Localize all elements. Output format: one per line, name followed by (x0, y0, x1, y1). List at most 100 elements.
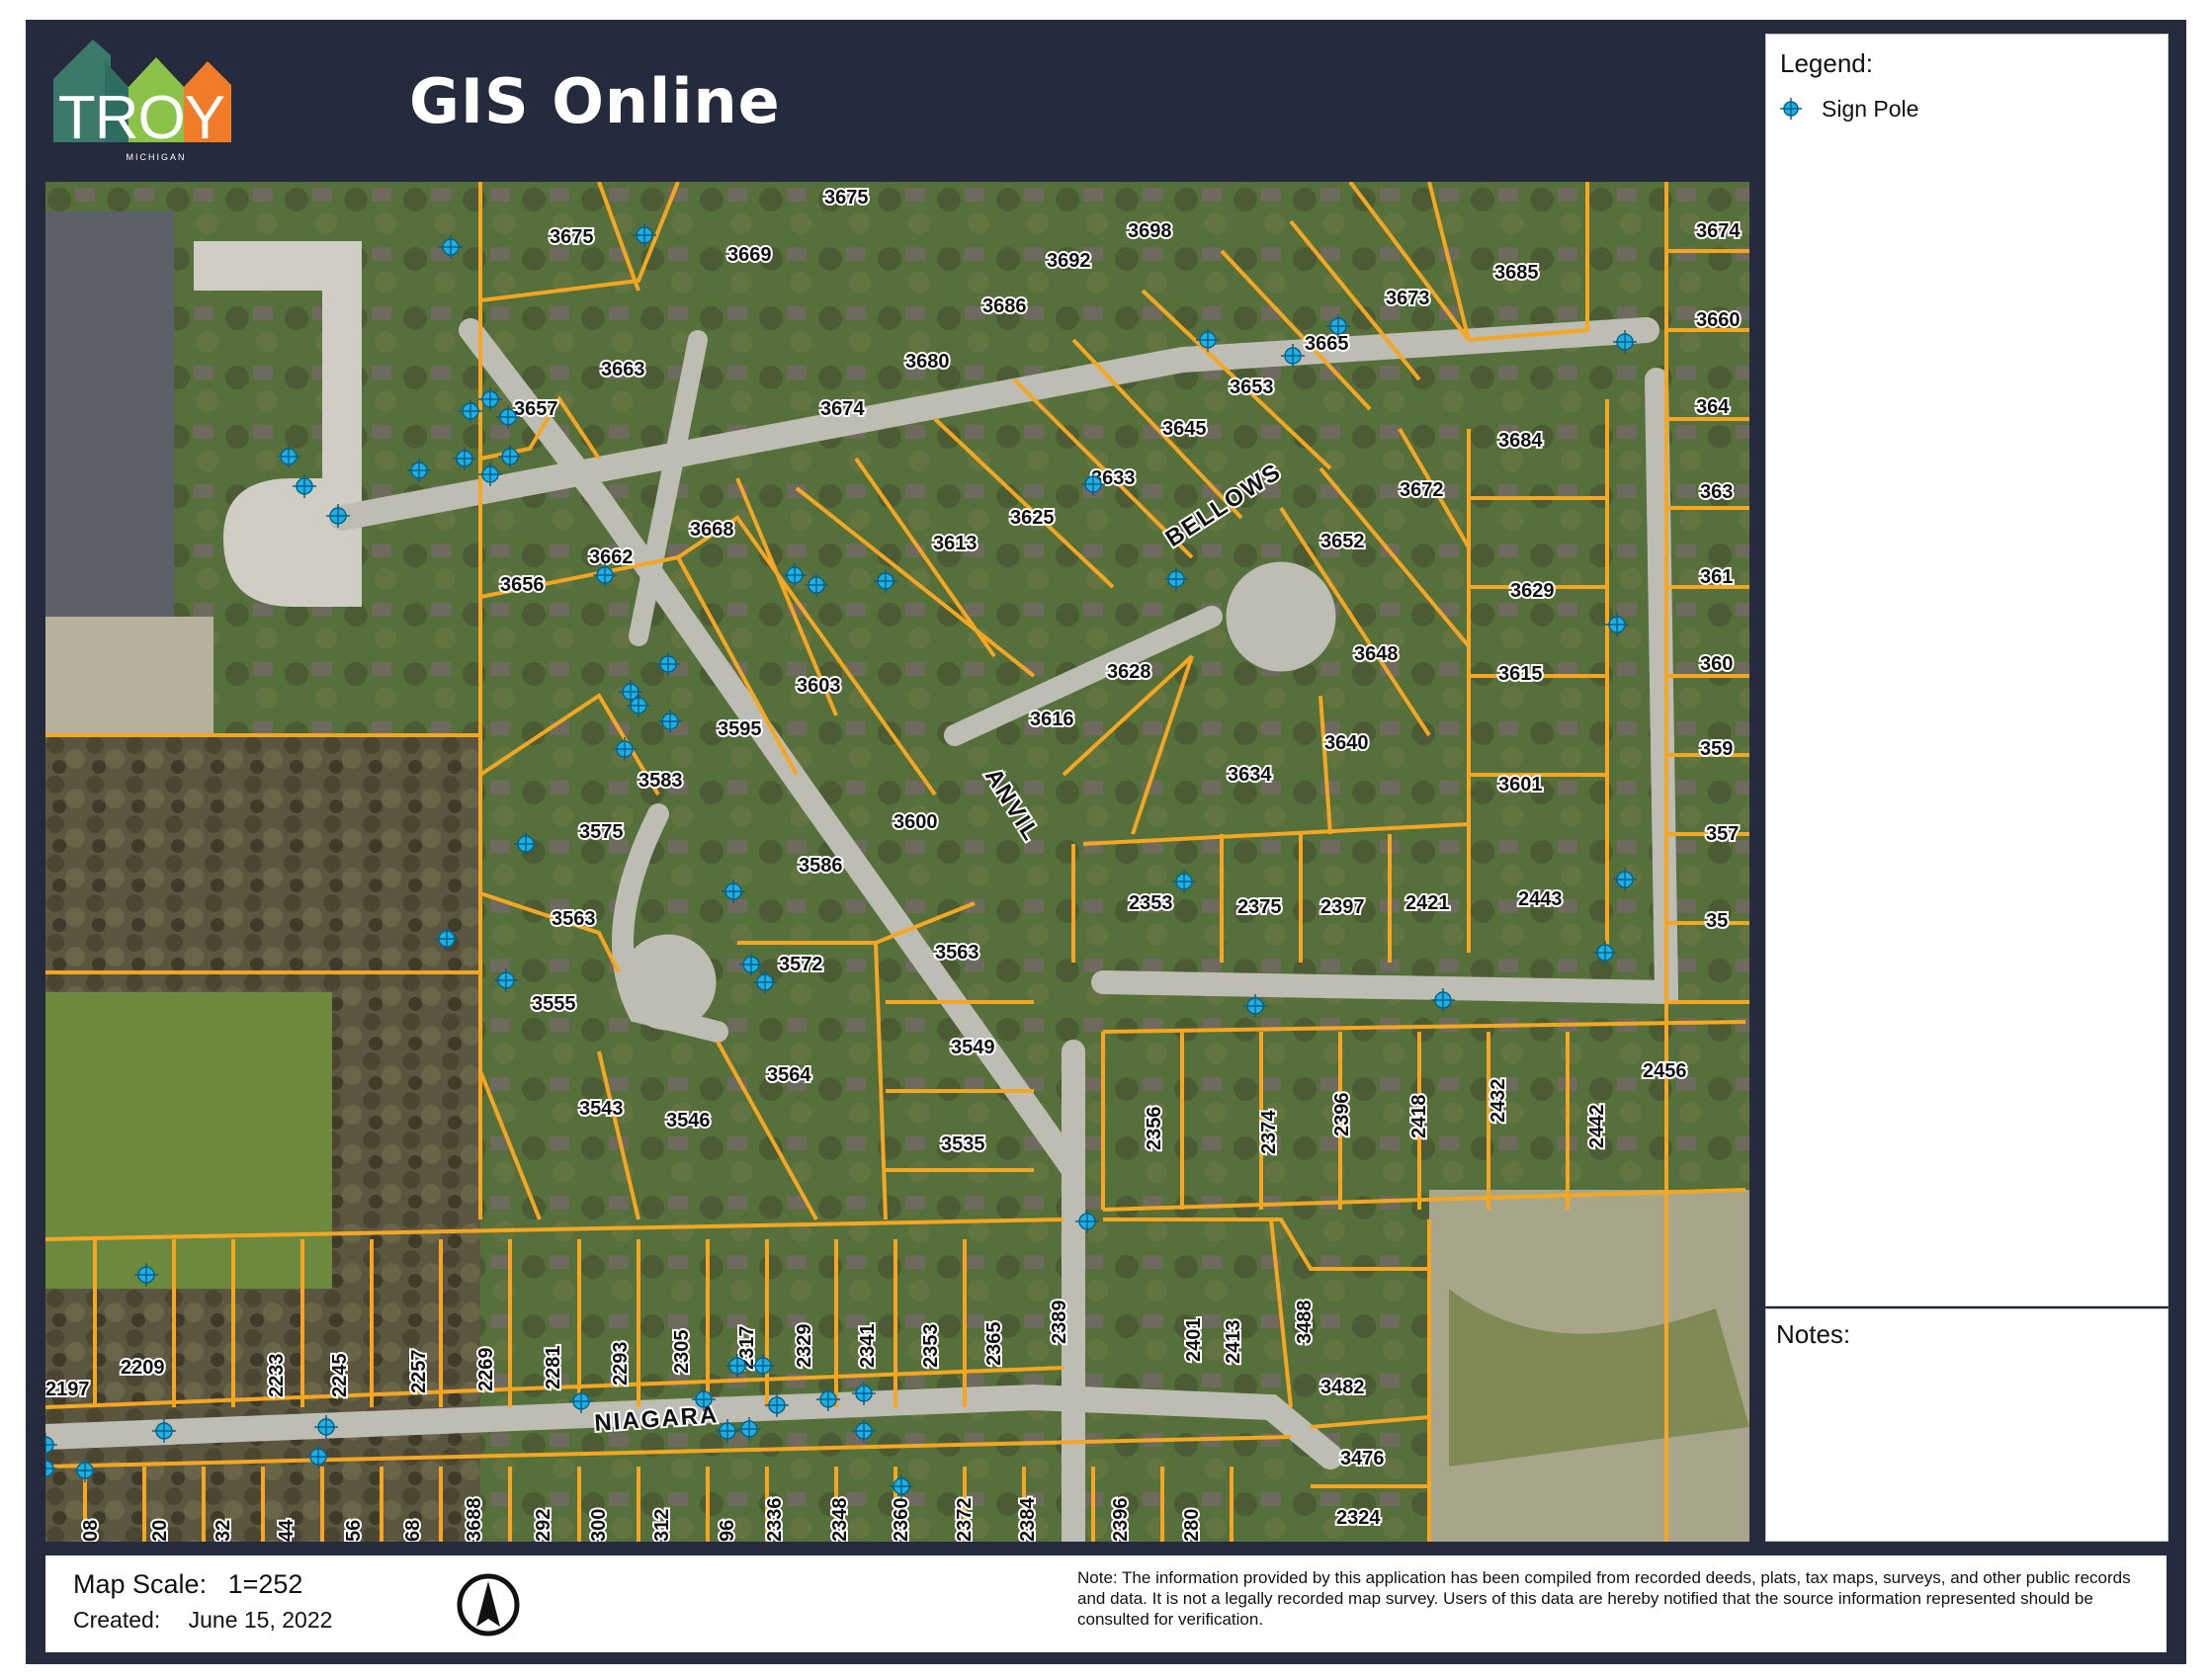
parcel-label: 3625 (1010, 507, 1055, 529)
parcel-label: 2372 (954, 1498, 976, 1543)
parcel-label: 3665 (1305, 333, 1349, 355)
parcel-label: 364 (1696, 396, 1730, 418)
parcel-label: 3674 (1696, 220, 1741, 242)
parcel-label: 3657 (514, 398, 558, 420)
parcel-label: 3482 (1320, 1377, 1365, 1398)
troy-logo: TROY MICHIGAN (53, 40, 231, 162)
parcel-label: 360 (1700, 653, 1733, 675)
parcel-label: 2374 (1258, 1110, 1280, 1154)
parcel-label: 363 (1700, 481, 1733, 503)
parcel-label: 3546 (666, 1110, 711, 1132)
parcel-label: 3575 (579, 821, 624, 843)
parcel-label: 359 (1700, 738, 1733, 760)
parcel-label: 3680 (905, 351, 950, 373)
parcel-label: 3672 (1400, 479, 1444, 501)
map-footer: Map Scale: 1=252 Created: June 15, 2022 … (45, 1555, 2167, 1652)
parcel-label: 3675 (824, 187, 869, 209)
scale-label: Map Scale: (73, 1569, 208, 1599)
app-title: GIS Online (409, 65, 781, 137)
building-roof (45, 211, 174, 617)
disclaimer-note: Note: The information provided by this a… (1077, 1568, 2131, 1629)
map-scale: Map Scale: 1=252 (73, 1569, 302, 1600)
parcel-label: 3564 (767, 1064, 811, 1086)
parcel-label: 32 (213, 1520, 234, 1542)
parcel-label: 300 (588, 1509, 610, 1542)
parcel-label: 3640 (1324, 732, 1369, 754)
parcel-label: 2324 (1336, 1507, 1381, 1529)
parking-lot (45, 617, 213, 735)
parcel-label: 3543 (579, 1098, 624, 1120)
parcel-label: 2421 (1405, 892, 1450, 914)
parcel-label: 3652 (1320, 531, 1365, 552)
parcel-label: 2353 (1129, 892, 1173, 914)
parcel-label: 312 (651, 1509, 673, 1542)
notes-panel: Notes: (1765, 1308, 2169, 1542)
notes-title: Notes: (1776, 1319, 1851, 1349)
parcel-label: 2356 (1144, 1107, 1165, 1151)
parcel-label: 3634 (1228, 764, 1272, 786)
parcel-label: 2443 (1518, 888, 1563, 910)
parcel-label: 08 (80, 1520, 102, 1542)
parcel-label: 3692 (1047, 250, 1091, 272)
scale-value: 1=252 (227, 1569, 303, 1599)
parcel-label: 3684 (1498, 430, 1543, 452)
parcel-label: 2396 (1331, 1093, 1353, 1137)
map-viewport[interactable]: BELLOWS ANVIL NIAGARA 3675 3669 3675 369… (45, 182, 1749, 1542)
parcel-label: 3583 (638, 770, 683, 792)
parcel-label: 3628 (1107, 661, 1151, 683)
parcel-label: 2269 (475, 1348, 497, 1392)
parcel-label: 292 (533, 1509, 554, 1542)
parcel-label: 2413 (1223, 1320, 1244, 1365)
parcel-label: 2305 (671, 1330, 693, 1375)
legend-item-label: Sign Pole (1822, 95, 1919, 122)
parcel-label: 35 (1706, 910, 1728, 932)
parcel-label: 357 (1706, 823, 1739, 845)
parcel-label: 3675 (550, 226, 594, 248)
parcel-label: 2341 (857, 1324, 879, 1369)
parcel-label: 3476 (1340, 1448, 1385, 1470)
parcel-label: 3629 (1510, 580, 1555, 602)
logo-subtext: MICHIGAN (127, 152, 187, 162)
sign-pole-icon (1780, 98, 1802, 120)
parcel-label: 68 (402, 1520, 424, 1542)
parcel-label: 3674 (820, 398, 865, 420)
parcel-label: 3685 (1494, 262, 1539, 284)
parcel-label: 3603 (797, 675, 841, 697)
parcel-label: 2336 (764, 1498, 786, 1543)
parcel-label: 3615 (1498, 663, 1543, 685)
parcel-label: 2389 (1049, 1301, 1070, 1345)
parcel-label: 3660 (1696, 309, 1741, 331)
parcel-label: 2397 (1320, 896, 1365, 918)
parcel-label: 2375 (1237, 896, 1282, 918)
parcel-label: 3601 (1498, 774, 1543, 796)
parcel-label: 3600 (893, 811, 938, 833)
parcel-label: 3563 (552, 908, 596, 930)
parcel-label: 3488 (1294, 1301, 1316, 1345)
parcel-label: 3645 (1162, 418, 1207, 440)
parcel-label: 2365 (983, 1322, 1005, 1367)
parcel-label: 2329 (794, 1324, 815, 1369)
parcel-label: 3563 (935, 942, 979, 964)
parcel-label: 2360 (891, 1498, 912, 1543)
parcel-label: 2281 (543, 1346, 564, 1390)
parcel-label: 56 (343, 1520, 365, 1542)
parcel-label: 3656 (500, 574, 545, 596)
parcel-label: 2245 (329, 1354, 351, 1398)
parcel-label: 2384 (1017, 1497, 1039, 1542)
parcel-label: 2257 (408, 1350, 430, 1394)
parcel-label: 2396 (1110, 1498, 1132, 1543)
parcel-label: 3673 (1386, 288, 1430, 309)
parcel-label: 3586 (799, 855, 843, 877)
created-label: Created: (73, 1607, 161, 1633)
parcel-label: 2401 (1183, 1318, 1205, 1363)
parcel-label: 3668 (690, 519, 734, 541)
parcel-label: 2348 (829, 1498, 851, 1543)
legend-title: Legend: (1780, 48, 1873, 78)
parcel-label: 3648 (1354, 643, 1399, 665)
parcel-label: 3535 (941, 1134, 985, 1155)
parcel-label: 3595 (718, 718, 762, 740)
parcel-label: 2293 (610, 1342, 632, 1386)
parcel-label: 3613 (933, 533, 978, 554)
parcel-label: 3663 (601, 359, 645, 380)
legend-panel: Legend: Sign Pole (1765, 34, 2169, 1306)
